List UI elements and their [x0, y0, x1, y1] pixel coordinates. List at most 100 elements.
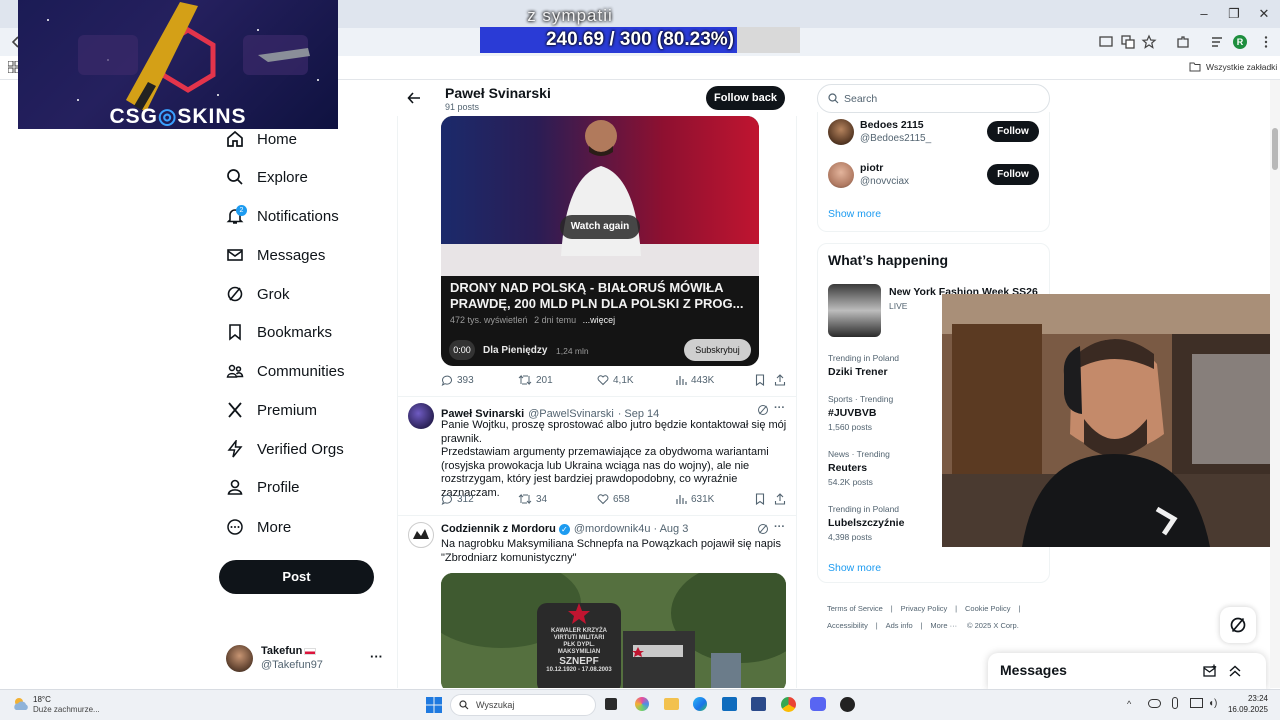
- tweet-date[interactable]: · Aug 3: [653, 523, 688, 535]
- nav-profile[interactable]: Profile: [220, 468, 300, 506]
- search-box[interactable]: Search: [817, 84, 1050, 113]
- windows-start-icon[interactable]: [426, 697, 442, 713]
- onedrive-icon[interactable]: [1148, 699, 1161, 708]
- tweet-image-tombstone[interactable]: KAWALER KRZYŻA VIRTUTI MILITARI PŁK DYPL…: [441, 573, 786, 688]
- tweet-author-avatar[interactable]: [408, 522, 434, 548]
- footer-more[interactable]: More ···: [930, 621, 957, 630]
- volume-icon[interactable]: ◖): [1208, 698, 1217, 709]
- nav-home[interactable]: Home: [220, 120, 297, 158]
- minimize-button[interactable]: –: [1196, 6, 1212, 22]
- views-button[interactable]: 631K: [675, 493, 714, 505]
- copilot-icon[interactable]: [635, 697, 649, 711]
- subscribe-button[interactable]: Subskrybuj: [684, 339, 751, 361]
- weather-cloud-icon[interactable]: [12, 696, 30, 712]
- store-icon[interactable]: [751, 697, 766, 711]
- account-switcher[interactable]: Takefun @Takefun97 ···: [226, 643, 386, 675]
- translate-icon[interactable]: [1120, 34, 1136, 50]
- nav-bookmarks[interactable]: Bookmarks: [220, 313, 332, 351]
- grok-explain-icon[interactable]: [757, 523, 769, 535]
- scrollbar-thumb[interactable]: [1272, 128, 1278, 170]
- footer-accessibility[interactable]: Accessibility: [827, 621, 868, 630]
- expand-chevron-icon[interactable]: [1228, 664, 1242, 678]
- user-avatar[interactable]: [828, 162, 854, 188]
- bookmark-star-icon[interactable]: [1141, 34, 1157, 50]
- nav-notifications[interactable]: 2 Notifications: [220, 197, 339, 235]
- trend-item[interactable]: Trending in Poland Lubelszczyźnie 4,398 …: [828, 504, 904, 542]
- chrome-icon[interactable]: [781, 697, 796, 712]
- tweet-author-name[interactable]: Codziennik z Mordoru: [441, 523, 556, 535]
- video-more-link[interactable]: ...więcej: [583, 315, 616, 325]
- nav-premium[interactable]: Premium: [220, 391, 317, 429]
- close-window-button[interactable]: ✕: [1256, 6, 1272, 22]
- event-thumbnail[interactable]: [828, 284, 881, 337]
- microphone-icon[interactable]: [1172, 697, 1178, 709]
- tweet-pawel[interactable]: Paweł Svinarski @PawelSvinarski · Sep 14…: [398, 397, 796, 515]
- edge-icon[interactable]: [693, 697, 707, 711]
- nav-verified-orgs[interactable]: Verified Orgs: [220, 430, 344, 468]
- bookmark-tweet-icon[interactable]: [754, 493, 766, 505]
- outlook-icon[interactable]: [722, 697, 737, 711]
- tweet-more-icon[interactable]: ···: [774, 402, 785, 414]
- nav-communities[interactable]: Communities: [220, 352, 345, 390]
- task-view-icon[interactable]: [605, 698, 617, 710]
- new-message-icon[interactable]: [1203, 664, 1217, 678]
- maximize-button[interactable]: ❐: [1226, 6, 1242, 22]
- discord-icon[interactable]: [810, 697, 826, 711]
- extensions-icon[interactable]: [1175, 34, 1191, 50]
- like-button[interactable]: 658: [597, 493, 630, 505]
- account-more-icon[interactable]: ···: [370, 649, 383, 664]
- footer-ads-info[interactable]: Ads info: [886, 621, 913, 630]
- like-button[interactable]: 4,1K: [597, 374, 634, 386]
- all-bookmarks-folder[interactable]: Wszystkie zakładki: [1189, 62, 1277, 72]
- reply-button[interactable]: 393: [441, 374, 474, 386]
- media-controls-icon[interactable]: [1210, 34, 1226, 50]
- footer-privacy[interactable]: Privacy Policy: [901, 604, 948, 613]
- network-icon[interactable]: [1190, 698, 1203, 708]
- clock-date[interactable]: 16.09.2025: [1218, 705, 1268, 714]
- cast-icon[interactable]: [1098, 34, 1114, 50]
- clock-time[interactable]: 23:24: [1228, 694, 1268, 703]
- show-more-link[interactable]: Show more: [828, 562, 881, 574]
- share-icon[interactable]: [774, 374, 786, 386]
- repost-button[interactable]: 201: [518, 374, 553, 386]
- user-avatar[interactable]: [828, 119, 854, 145]
- file-explorer-icon[interactable]: [664, 698, 679, 710]
- watch-again-button[interactable]: Watch again: [560, 215, 640, 239]
- nav-more[interactable]: More: [220, 508, 291, 546]
- page-scrollbar[interactable]: [1270, 80, 1280, 688]
- tweet-codziennik[interactable]: Codziennik z Mordoru ✓ @mordownik4u · Au…: [398, 516, 796, 688]
- grok-explain-icon[interactable]: [757, 404, 769, 416]
- repost-button[interactable]: 34: [518, 493, 547, 505]
- user-name[interactable]: piotr: [860, 162, 883, 174]
- tray-chevron-icon[interactable]: ^: [1127, 699, 1131, 709]
- share-icon[interactable]: [774, 493, 786, 505]
- taskbar-search[interactable]: Wyszukaj: [450, 694, 596, 716]
- back-arrow-icon[interactable]: [407, 91, 421, 105]
- footer-terms[interactable]: Terms of Service: [827, 604, 883, 613]
- profile-avatar[interactable]: R: [1233, 35, 1247, 49]
- grok-floating-button[interactable]: [1220, 607, 1256, 643]
- reply-button[interactable]: 312: [441, 493, 474, 505]
- embedded-video-card[interactable]: Watch again DRONY NAD POLSKĄ - BIAŁORUŚ …: [441, 116, 759, 366]
- nav-explore[interactable]: Explore: [220, 158, 308, 196]
- trend-item[interactable]: Sports · Trending #JUVBVB 1,560 posts: [828, 394, 893, 432]
- follow-button[interactable]: Follow: [987, 164, 1039, 185]
- messages-drawer[interactable]: Messages: [988, 653, 1266, 689]
- trend-item[interactable]: Trending in Poland Dziki Trener: [828, 353, 899, 378]
- user-name[interactable]: Bedoes 2115: [860, 119, 924, 131]
- nav-messages[interactable]: Messages: [220, 236, 325, 274]
- tweet-author-handle[interactable]: @mordownik4u: [574, 523, 651, 535]
- post-button[interactable]: Post: [219, 560, 374, 594]
- footer-cookie[interactable]: Cookie Policy: [965, 604, 1010, 613]
- show-more-link[interactable]: Show more: [828, 208, 881, 220]
- video-channel[interactable]: Dla Pieniędzy: [483, 345, 547, 356]
- follow-back-button[interactable]: Follow back: [706, 86, 785, 110]
- trend-item[interactable]: News · Trending Reuters 54.2K posts: [828, 449, 890, 487]
- tweet-author-avatar[interactable]: [408, 403, 434, 429]
- nav-grok[interactable]: Grok: [220, 275, 290, 313]
- views-button[interactable]: 443K: [675, 374, 714, 386]
- tweet-more-icon[interactable]: ···: [774, 521, 785, 533]
- follow-button[interactable]: Follow: [987, 121, 1039, 142]
- bookmark-tweet-icon[interactable]: [754, 374, 766, 386]
- obs-icon[interactable]: [840, 697, 855, 712]
